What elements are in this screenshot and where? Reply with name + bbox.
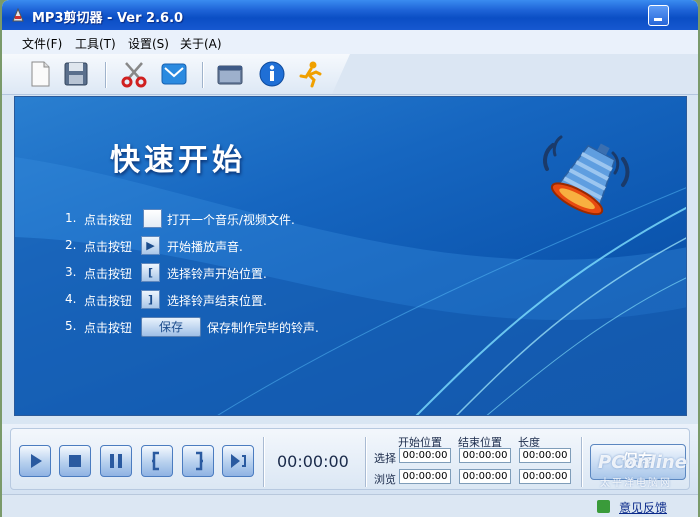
watermark-subtitle: 太平洋电脑网 xyxy=(600,478,672,489)
menu-about[interactable]: 关于(A) xyxy=(180,35,222,52)
menu-tools[interactable]: 工具(T) xyxy=(75,35,116,52)
menu-settings[interactable]: 设置(S) xyxy=(128,35,169,52)
selection-end-field[interactable]: 00:00:00 xyxy=(459,448,511,463)
step-prefix: 点击按钮 xyxy=(84,240,133,254)
step-prefix: 点击按钮 xyxy=(84,213,133,227)
selection-row-label: 选择 xyxy=(374,452,396,465)
browse-length-field[interactable]: 00:00:00 xyxy=(519,469,571,484)
minimize-icon xyxy=(654,18,662,21)
play-button[interactable] xyxy=(19,445,51,477)
play-selection-icon xyxy=(231,454,246,468)
status-bar: 意见反馈 xyxy=(2,494,698,517)
selection-length-field[interactable]: 00:00:00 xyxy=(519,448,571,463)
feedback-check-icon xyxy=(597,500,610,513)
window-title: MP3剪切器 - Ver 2.6.0 xyxy=(32,11,184,26)
watermark-brand: PConline xyxy=(598,452,687,473)
play-icon: ▶ xyxy=(141,236,160,255)
step-text: 开始播放声音. xyxy=(167,240,243,254)
mark-start-button[interactable] xyxy=(141,445,173,477)
browse-start-field[interactable]: 00:00:00 xyxy=(399,469,451,484)
play-icon xyxy=(31,454,42,468)
pause-button[interactable] xyxy=(100,445,132,477)
quickstart-title: 快速开始 xyxy=(110,143,246,178)
play-selection-button[interactable] xyxy=(222,445,254,477)
scissors-icon[interactable] xyxy=(118,58,150,90)
step-number: 4. xyxy=(65,292,77,306)
stop-button[interactable] xyxy=(59,445,91,477)
toolbar-separator xyxy=(105,62,107,88)
step-prefix: 点击按钮 xyxy=(84,267,133,281)
mail-icon[interactable] xyxy=(158,58,190,90)
mark-start-icon xyxy=(152,451,159,471)
step-number: 5. xyxy=(65,319,77,333)
open-file-icon xyxy=(143,209,162,228)
step-number: 1. xyxy=(65,211,77,225)
step-text: 保存制作完毕的铃声. xyxy=(207,321,319,335)
browse-row-label: 浏览 xyxy=(374,473,396,486)
step-prefix: 点击按钮 xyxy=(84,294,133,308)
selection-start-field[interactable]: 00:00:00 xyxy=(399,448,451,463)
step-number: 2. xyxy=(65,238,77,252)
bell-icon xyxy=(543,135,630,216)
step-text: 选择铃声开始位置. xyxy=(167,267,267,281)
feedback-link[interactable]: 意见反馈 xyxy=(619,499,667,516)
quickstart-banner: 快速开始 1. 点击按钮 打开一个音乐/视频文件. 2. 点击按钮 ▶ 开始播放… xyxy=(14,96,687,416)
stop-icon xyxy=(69,455,81,467)
step-number: 3. xyxy=(65,265,77,279)
menu-bar: 文件(F) 工具(T) 设置(S) 关于(A) xyxy=(2,30,698,54)
info-icon[interactable] xyxy=(256,58,288,90)
mark-start-icon: [ xyxy=(141,263,160,282)
menu-file[interactable]: 文件(F) xyxy=(22,35,62,52)
player-controls: 00:00:00 开始位置 结束位置 长度 选择 00:00:00 00:00:… xyxy=(2,424,698,494)
mark-end-icon xyxy=(196,451,203,471)
step-text: 打开一个音乐/视频文件. xyxy=(167,213,295,227)
save-hint-button: 保存 xyxy=(141,317,201,337)
toolbar-separator xyxy=(202,62,204,88)
controls-separator xyxy=(581,437,583,487)
mark-end-icon: ] xyxy=(141,290,160,309)
toolbar-background xyxy=(332,54,698,94)
new-file-icon[interactable] xyxy=(24,58,56,90)
toolbar xyxy=(2,54,698,95)
save-icon[interactable] xyxy=(60,58,92,90)
mark-end-button[interactable] xyxy=(182,445,214,477)
pause-icon xyxy=(110,454,122,468)
app-window: MP3剪切器 - Ver 2.6.0 文件(F) 工具(T) 设置(S) 关于(… xyxy=(2,0,698,517)
step-prefix: 点击按钮 xyxy=(84,321,133,335)
browse-end-field[interactable]: 00:00:00 xyxy=(459,469,511,484)
controls-panel xyxy=(10,428,690,490)
controls-separator xyxy=(263,437,265,487)
step-text: 选择铃声结束位置. xyxy=(167,294,267,308)
runner-icon[interactable] xyxy=(294,58,326,90)
app-icon xyxy=(12,7,24,22)
minimize-button[interactable] xyxy=(648,5,669,26)
controls-separator xyxy=(365,437,367,487)
window-icon[interactable] xyxy=(214,58,246,90)
title-bar[interactable]: MP3剪切器 - Ver 2.6.0 xyxy=(2,0,698,30)
time-display: 00:00:00 xyxy=(277,452,349,471)
